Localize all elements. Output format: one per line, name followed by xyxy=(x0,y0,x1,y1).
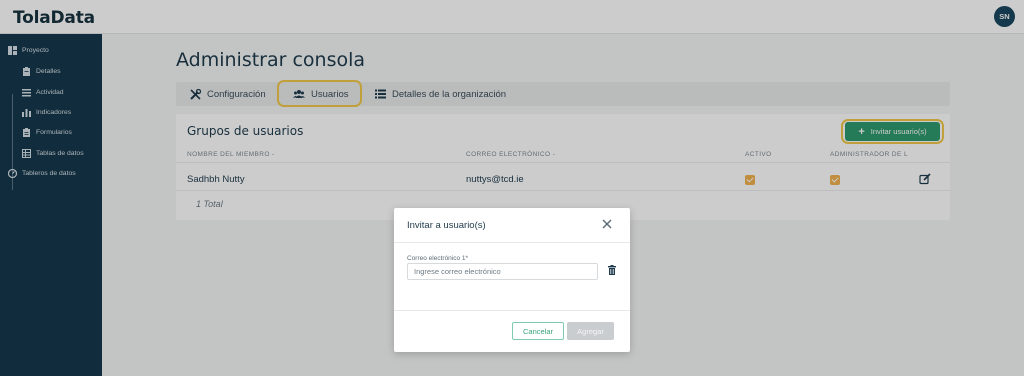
modal-title: Invitar a usuario(s) xyxy=(407,220,486,231)
email-field-label: Correo electrónico 1* xyxy=(407,255,469,262)
modal-divider xyxy=(394,242,630,243)
email-field[interactable] xyxy=(407,263,598,280)
invite-users-modal: Invitar a usuario(s) Correo electrónico … xyxy=(394,208,630,352)
modal-divider xyxy=(394,310,630,311)
close-icon[interactable] xyxy=(600,217,614,231)
trash-icon[interactable] xyxy=(608,265,616,275)
cancel-button[interactable]: Cancelar xyxy=(512,322,564,340)
add-button[interactable]: Agregar xyxy=(567,322,614,340)
